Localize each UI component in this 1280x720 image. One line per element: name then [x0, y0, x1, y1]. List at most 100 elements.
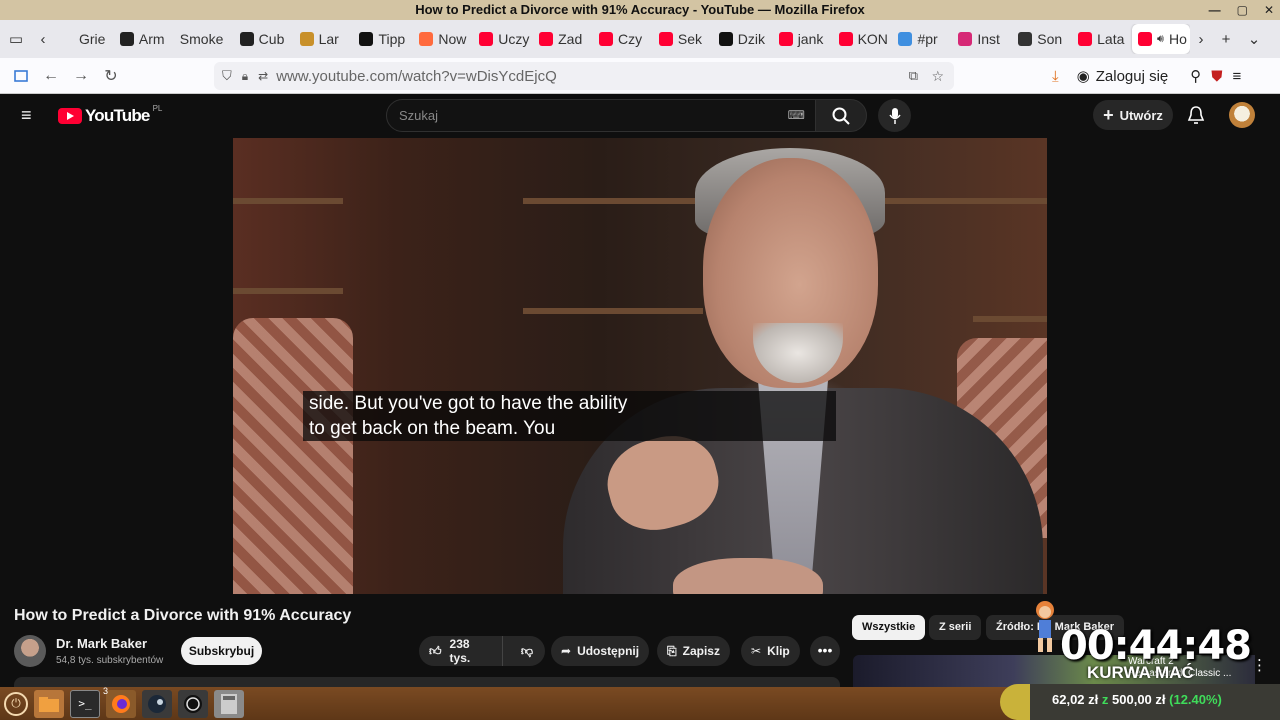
- browser-tab[interactable]: Grie: [54, 24, 114, 54]
- nav-toolbar: ← → ↻ ⛉ 🔒︎ ⇄ www.youtube.com/watch?v=wDi…: [0, 58, 1280, 94]
- tab-label: Lar: [318, 31, 339, 47]
- extensions-icon[interactable]: ⚲: [1190, 67, 1201, 85]
- steam-icon[interactable]: [142, 689, 172, 718]
- search-button[interactable]: [815, 99, 867, 132]
- browser-tab[interactable]: KON: [833, 24, 893, 54]
- speaker-icon[interactable]: 🔊︎: [1157, 33, 1164, 46]
- subscriber-count: 54,8 tys. subskrybentów: [56, 655, 164, 666]
- browser-tab[interactable]: Uczy: [473, 24, 533, 54]
- thumbs-up-icon: 👍︎: [429, 643, 442, 658]
- maximize-icon[interactable]: ▢: [1237, 0, 1248, 20]
- browser-tab[interactable]: 🔊︎ Ho: [1132, 24, 1190, 54]
- sidebar-icon[interactable]: [6, 61, 36, 91]
- chip-all[interactable]: Wszystkie: [852, 615, 926, 640]
- calculator-icon[interactable]: [214, 689, 244, 718]
- shield-icon[interactable]: ⛉: [222, 68, 232, 84]
- voice-search-button[interactable]: [878, 99, 911, 132]
- share-icon: ➦: [561, 644, 572, 658]
- scroll-tabs-right-icon[interactable]: ›: [1190, 20, 1212, 58]
- browser-tab[interactable]: jank: [773, 24, 833, 54]
- browser-tab[interactable]: Smoke: [174, 24, 234, 54]
- permissions-icon[interactable]: ⇄: [258, 69, 268, 83]
- tab-label: Dzik: [737, 31, 766, 47]
- close-icon[interactable]: ✕: [1264, 0, 1274, 20]
- menu-icon[interactable]: ≡: [1233, 68, 1242, 85]
- like-button[interactable]: 👍︎ 238 tys.: [419, 636, 503, 666]
- microphone-icon: [888, 107, 901, 124]
- browser-tab[interactable]: Inst: [952, 24, 1012, 54]
- browser-tab[interactable]: Cub: [234, 24, 294, 54]
- new-tab-icon[interactable]: +: [1212, 20, 1240, 58]
- recommended-more-icon[interactable]: ⋮: [1252, 656, 1267, 674]
- url-bar[interactable]: ⛉ 🔒︎ ⇄ www.youtube.com/watch?v=wDisYcdEj…: [214, 62, 954, 90]
- minimize-icon[interactable]: —: [1209, 0, 1221, 20]
- keyboard-icon[interactable]: ⌨: [788, 100, 805, 131]
- youtube-icon: [778, 32, 793, 46]
- list-all-tabs-icon[interactable]: ▭: [0, 20, 32, 58]
- file-manager-icon[interactable]: [34, 689, 64, 718]
- region-code: PL: [152, 103, 163, 113]
- dislike-button[interactable]: 👎︎: [509, 644, 545, 659]
- search-input[interactable]: Szukaj ⌨: [386, 99, 816, 132]
- browser-tab[interactable]: Lata: [1072, 24, 1132, 54]
- bookmark-star-icon[interactable]: ☆: [931, 68, 944, 85]
- browser-tab[interactable]: Czy: [593, 24, 653, 54]
- clip-button[interactable]: ✂ Klip: [741, 636, 800, 666]
- scissors-icon: ✂: [751, 644, 762, 658]
- channel-name[interactable]: Dr. Mark Baker: [56, 636, 147, 651]
- picture-in-picture-icon[interactable]: ⧉: [909, 68, 918, 84]
- save-button[interactable]: ⎘ Zapisz: [657, 636, 730, 666]
- account-icon: ◉: [1076, 68, 1090, 85]
- start-menu-icon[interactable]: ⏻: [4, 691, 28, 716]
- share-button[interactable]: ➦ Udostępnij: [551, 636, 650, 666]
- browser-tab[interactable]: #pr: [892, 24, 952, 54]
- browser-tab[interactable]: Arm: [114, 24, 174, 54]
- browser-tab[interactable]: Sek: [653, 24, 713, 54]
- obs-icon[interactable]: [178, 689, 208, 718]
- youtube-icon: [1138, 32, 1153, 46]
- guide-menu-icon[interactable]: ≡: [21, 106, 32, 124]
- tab-label: #pr: [917, 31, 938, 47]
- subscribe-button[interactable]: Subskrybuj: [181, 637, 262, 665]
- chip-series[interactable]: Z serii: [929, 615, 982, 640]
- share-label: Udostępnij: [577, 644, 640, 658]
- ublock-icon[interactable]: ⛊: [1211, 68, 1222, 85]
- window-title-bar: How to Predict a Divorce with 91% Accura…: [0, 0, 1280, 20]
- youtube-logo[interactable]: YouTube PL: [58, 103, 163, 126]
- firefox-taskbar-icon[interactable]: 3: [103, 686, 136, 718]
- browser-tab[interactable]: Zad: [533, 24, 593, 54]
- account-avatar[interactable]: [1229, 102, 1255, 128]
- browser-tab[interactable]: Son: [1012, 24, 1072, 54]
- back-icon[interactable]: ←: [36, 61, 66, 91]
- tab-label: Uczy: [498, 31, 530, 47]
- url-text[interactable]: www.youtube.com/watch?v=wDisYcdEjcQ: [276, 68, 557, 85]
- caption-line-2: to get back on the beam. You: [303, 416, 836, 441]
- scroll-tabs-left-icon[interactable]: ‹: [32, 20, 54, 58]
- browser-tab[interactable]: Dzik: [713, 24, 773, 54]
- reload-icon[interactable]: ↻: [96, 61, 126, 91]
- tab-label: Czy: [618, 31, 643, 47]
- tab-list: Grie Arm Smoke Cub Lar Tipp Now Uczy Zad Czy Sek Dz…: [54, 24, 1190, 54]
- video-player[interactable]: side. But you've got to have the ability…: [233, 138, 1047, 594]
- channel-avatar[interactable]: [14, 635, 46, 667]
- description-box[interactable]: [14, 677, 840, 687]
- generic-icon: [60, 32, 74, 46]
- mascot-sticker: [1036, 601, 1054, 652]
- window-title: How to Predict a Divorce with 91% Accura…: [415, 2, 865, 17]
- browser-tab[interactable]: Tipp: [353, 24, 413, 54]
- notifications-bell-icon[interactable]: [1187, 105, 1205, 130]
- download-icon[interactable]: ⤓: [1052, 68, 1059, 85]
- create-button[interactable]: + Utwórz: [1093, 100, 1173, 130]
- browser-tab[interactable]: Lar: [294, 24, 354, 54]
- lock-icon[interactable]: 🔒︎: [242, 69, 248, 84]
- browser-tab[interactable]: Now: [413, 24, 473, 54]
- donut-icon: [419, 32, 434, 46]
- more-actions-icon[interactable]: •••: [810, 636, 840, 666]
- forward-icon[interactable]: →: [66, 61, 96, 91]
- tab-overflow-icon[interactable]: ⌄: [1240, 20, 1268, 58]
- terminal-icon[interactable]: >_: [70, 689, 100, 718]
- donation-current: 62,02 zł: [1052, 692, 1099, 707]
- circle-logo-icon: [239, 32, 254, 46]
- login-button[interactable]: ◉ Zaloguj się: [1076, 67, 1169, 86]
- tip-logo-icon: [359, 32, 374, 46]
